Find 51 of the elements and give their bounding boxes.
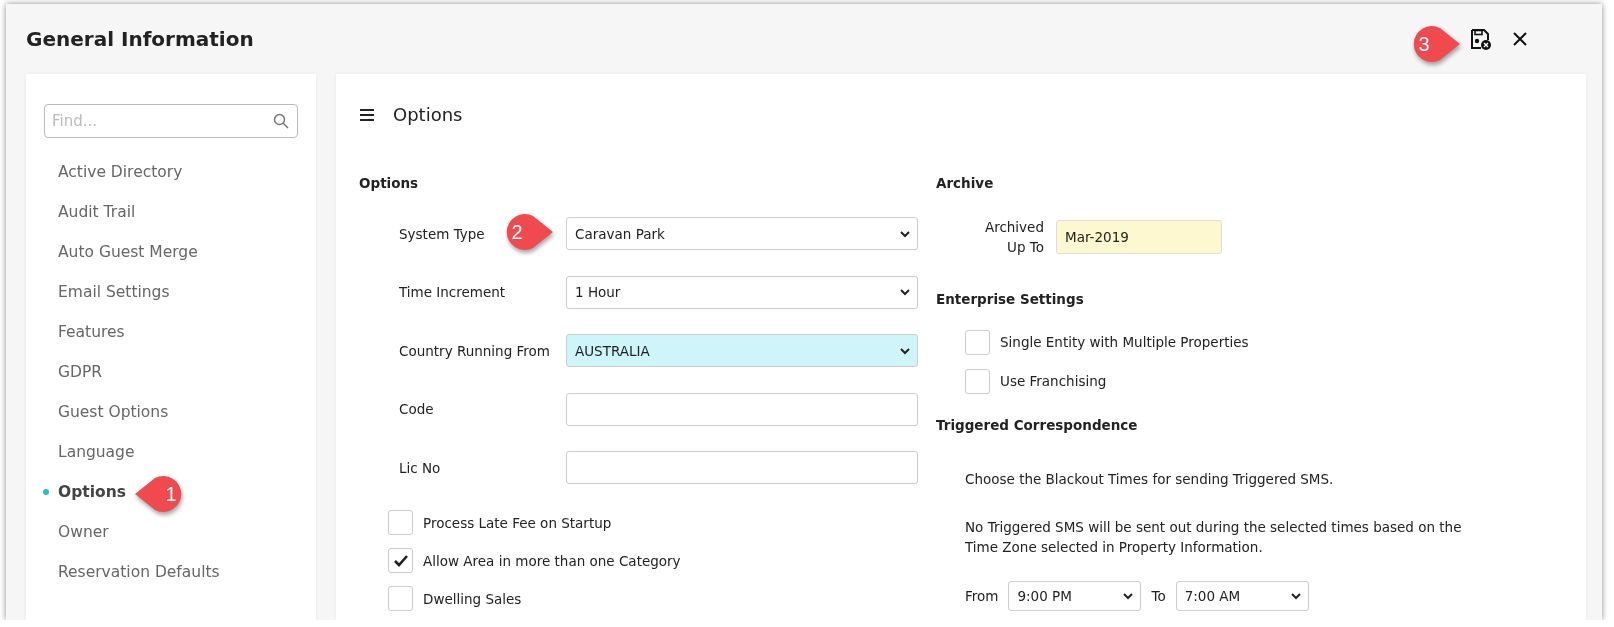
sidebar-item[interactable]: Guest Options (58, 403, 169, 421)
field-label: Code (399, 401, 434, 417)
sidebar-item[interactable]: Features (58, 323, 125, 341)
section-heading: Options (359, 175, 420, 191)
checkbox[interactable] (388, 586, 413, 611)
field-label: Lic No (399, 459, 441, 476)
field-label: System Type (399, 225, 485, 242)
paragraph: No Triggered SMS will be sent out during the selected times based on the Time Zone selected in Property Information. (964, 518, 1463, 557)
checkbox-label: Dwelling Sales (423, 590, 522, 607)
sidebar-item[interactable]: Active Directory (58, 163, 183, 181)
checkbox[interactable] (965, 329, 990, 355)
select-field[interactable]: 9:00 PM (1008, 581, 1142, 611)
section-heading: Triggered Correspondence (936, 417, 1139, 433)
select-field[interactable]: AUSTRALIA (566, 334, 918, 367)
sidebar-item[interactable]: Owner (58, 523, 109, 541)
sidebar-item[interactable]: Audit Trail (58, 203, 136, 221)
field-label: Archived Up To (983, 218, 1044, 257)
chevron-down-icon (1289, 590, 1302, 602)
sidebar-item[interactable]: Email Settings (58, 283, 170, 301)
chevron-down-icon (899, 286, 911, 298)
chevron-down-icon (1122, 590, 1135, 602)
select-field[interactable]: 7:00 AM (1175, 581, 1309, 611)
input-field[interactable] (566, 451, 918, 484)
select-field[interactable]: Caravan Park (566, 217, 918, 250)
checkbox-label: Process Late Fee on Startup (423, 514, 612, 531)
checkbox-label: Single Entity with Multiple Properties (1000, 334, 1249, 350)
field-label: From (965, 588, 999, 604)
field-label: Time Increment (399, 284, 506, 300)
window-title: General Information (26, 27, 254, 51)
select-field[interactable]: 1 Hour (566, 275, 918, 309)
checkbox-label: Use Franchising (1000, 373, 1107, 389)
sidebar-item[interactable]: Options (58, 483, 126, 501)
sidebar-item[interactable]: Reservation Defaults (58, 563, 220, 581)
search-icon (273, 113, 289, 129)
menu-icon[interactable] (359, 107, 375, 122)
checkbox[interactable] (388, 548, 413, 573)
section-heading: Enterprise Settings (936, 291, 1085, 307)
paragraph: Choose the Blackout Times for sending Triggered SMS. (964, 470, 1335, 489)
sidebar-item[interactable]: Auto Guest Merge (58, 243, 198, 261)
field-label: To (1151, 588, 1166, 604)
checkbox[interactable] (388, 510, 413, 535)
field-label: Country Running From (399, 342, 550, 359)
checkbox-label: Allow Area in more than one Category (423, 552, 681, 569)
input-field[interactable]: Mar-2019 (1056, 220, 1222, 254)
section-heading: Archive (936, 175, 995, 191)
checkbox[interactable] (965, 368, 990, 394)
search-field[interactable]: Find... (44, 104, 298, 138)
sidebar-item[interactable]: GDPR (58, 363, 103, 381)
sidebar-item[interactable]: Language (58, 443, 135, 461)
panel-title: Options (393, 104, 463, 125)
input-field[interactable] (566, 392, 918, 426)
